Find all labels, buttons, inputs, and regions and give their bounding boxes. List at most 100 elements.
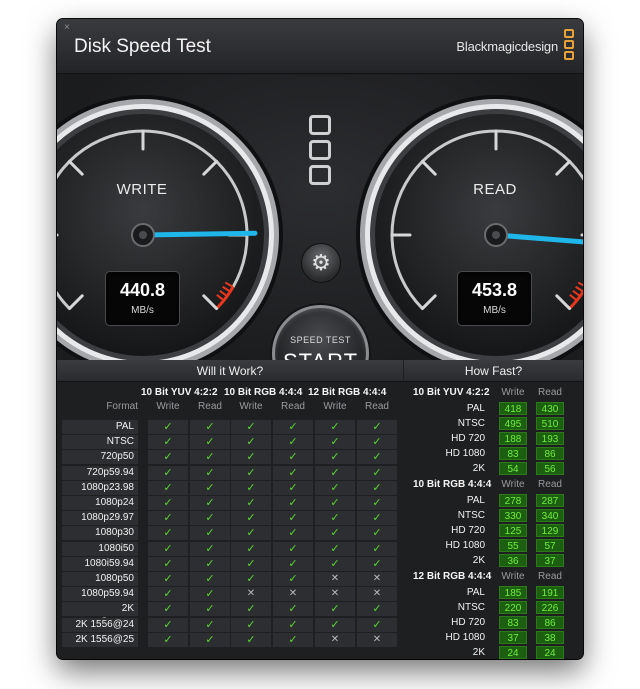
- fps-row: HD 1080 83 86: [409, 447, 577, 461]
- write-fps-value: 185: [499, 586, 527, 599]
- check-icon: ✓: [190, 435, 230, 450]
- table-row: 2K 1556@23.98✓✓✓✓✓✓: [62, 602, 397, 628]
- will-it-work-header: Will it Work?: [57, 360, 403, 382]
- table-row: 1080p23.98 ✓ ✓ ✓ ✓ ✓ ✓: [62, 480, 397, 496]
- check-icon: ✓: [315, 465, 355, 480]
- blackmagic-logo-icon: [309, 115, 331, 189]
- check-icon: ✓: [190, 587, 230, 602]
- cross-icon: ✕: [357, 587, 397, 602]
- format-group-header: 10 Bit RGB 4:4:4: [224, 387, 303, 398]
- resolution-name: PAL: [466, 587, 485, 598]
- check-icon: ✓: [315, 450, 355, 465]
- check-icon: ✓: [190, 617, 230, 632]
- check-icon: ✓: [357, 450, 397, 465]
- check-icon: ✓: [190, 572, 230, 586]
- check-icon: ✓: [190, 602, 230, 617]
- format-name: 2K 1556@25: [62, 632, 138, 647]
- fps-row: 2K 24 24: [409, 646, 577, 659]
- resolution-name: HD 720: [451, 433, 485, 444]
- fps-row: HD 720 125 129: [409, 524, 577, 538]
- write-fps-value: 278: [499, 494, 527, 507]
- read-column-header: Read: [198, 401, 222, 412]
- check-icon: ✓: [148, 465, 188, 480]
- write-fps-value: 418: [499, 402, 527, 415]
- check-icon: ✓: [315, 617, 355, 632]
- resolution-name: PAL: [466, 403, 485, 414]
- table-row: 720p50 ✓ ✓ ✓ ✓ ✓ ✓: [62, 450, 397, 465]
- fps-row: NTSC 330 340: [409, 509, 577, 523]
- check-icon: ✓: [148, 450, 188, 465]
- check-icon: ✓: [357, 465, 397, 480]
- check-icon: ✓: [190, 420, 230, 434]
- check-icon: ✓: [231, 526, 271, 541]
- check-icon: ✓: [315, 556, 355, 571]
- check-icon: ✓: [273, 496, 313, 510]
- check-icon: ✓: [190, 496, 230, 510]
- read-fps-value: 510: [536, 417, 564, 430]
- check-icon: ✓: [231, 480, 271, 495]
- how-fast-header: How Fast?: [404, 360, 583, 382]
- check-icon: ✓: [315, 480, 355, 495]
- settings-button[interactable]: ⚙: [301, 243, 341, 283]
- resolution-name: NTSC: [457, 510, 485, 521]
- resolution-name: HD 720: [451, 617, 485, 628]
- read-fps-value: 287: [536, 494, 564, 507]
- read-fps-value: 193: [536, 432, 564, 445]
- fps-row: NTSC 495 510: [409, 417, 577, 431]
- read-column-header: Read: [538, 571, 562, 582]
- check-icon: ✓: [231, 435, 271, 450]
- fps-row: NTSC 220 226: [409, 601, 577, 615]
- check-icon: ✓: [357, 435, 397, 450]
- write-fps-value: 55: [499, 539, 527, 552]
- brand-logo-icon: [564, 29, 574, 63]
- resolution-name: 2K: [472, 463, 485, 474]
- check-icon: ✓: [273, 465, 313, 480]
- check-icon: ✓: [231, 541, 271, 556]
- check-icon: ✓: [231, 556, 271, 571]
- fps-row: HD 1080 37 38: [409, 631, 577, 645]
- resolution-name: HD 1080: [445, 540, 485, 551]
- write-fps-value: 24: [499, 646, 527, 659]
- check-icon: ✓: [273, 526, 313, 541]
- table-row: 1080p50 ✓ ✓ ✓ ✓ ✕ ✕: [62, 572, 397, 587]
- cross-icon: ✕: [231, 587, 271, 602]
- table-row: 2K 1556@24 ✓ ✓ ✓ ✓ ✓ ✓: [62, 617, 397, 633]
- check-icon: ✓: [148, 587, 188, 602]
- read-speed-unit: MB/s: [483, 305, 506, 316]
- read-needle-hub-center: [492, 231, 500, 239]
- check-icon: ✓: [148, 632, 188, 647]
- table-row: 1080p29.97 ✓ ✓ ✓ ✓ ✓ ✓: [62, 511, 397, 526]
- write-fps-value: 125: [499, 524, 527, 537]
- table-row: PAL ✓ ✓ ✓ ✓ ✓ ✓: [62, 420, 397, 435]
- check-icon: ✓: [273, 572, 313, 586]
- check-icon: ✓: [357, 480, 397, 495]
- close-icon[interactable]: ×: [64, 23, 74, 33]
- write-speed-unit: MB/s: [131, 305, 154, 316]
- format-name: PAL: [62, 420, 138, 434]
- check-icon: ✓: [231, 465, 271, 480]
- write-fps-value: 83: [499, 447, 527, 460]
- table-row: 1080i50 ✓ ✓ ✓ ✓ ✓ ✓: [62, 541, 397, 557]
- resolution-name: HD 1080: [445, 632, 485, 643]
- check-icon: ✓: [231, 602, 271, 617]
- write-fps-value: 37: [499, 631, 527, 644]
- cross-icon: ✕: [315, 587, 355, 602]
- format-name: 720p50: [62, 450, 138, 465]
- check-icon: ✓: [190, 526, 230, 541]
- resolution-name: HD 720: [451, 525, 485, 536]
- check-icon: ✓: [148, 526, 188, 541]
- resolution-name: 2K: [472, 555, 485, 566]
- check-icon: ✓: [357, 556, 397, 571]
- check-icon: ✓: [231, 450, 271, 465]
- format-name: 1080p29.97: [62, 511, 138, 526]
- read-fps-value: 86: [536, 447, 564, 460]
- write-needle-hub-center: [139, 231, 147, 239]
- check-icon: ✓: [273, 602, 313, 617]
- check-icon: ✓: [148, 480, 188, 495]
- resolution-name: HD 1080: [445, 448, 485, 459]
- write-fps-value: 54: [499, 462, 527, 475]
- table-row: 1080p24 ✓ ✓ ✓ ✓ ✓ ✓: [62, 496, 397, 511]
- check-icon: ✓: [231, 511, 271, 526]
- write-gauge-label: WRITE: [116, 181, 168, 198]
- title-bar: × Disk Speed Test Blackmagicdesign: [57, 19, 583, 74]
